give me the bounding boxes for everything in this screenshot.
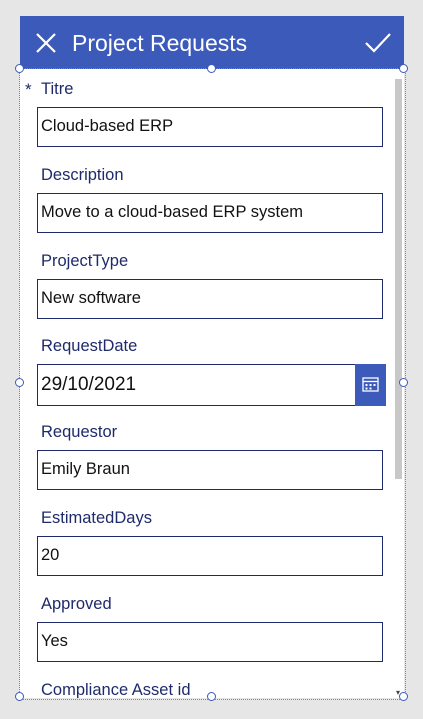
- field-label-description: Description: [41, 166, 124, 184]
- resize-handle[interactable]: [15, 692, 24, 701]
- close-icon: [36, 33, 56, 53]
- description-input[interactable]: Move to a cloud-based ERP system: [37, 193, 383, 233]
- field-label-estimateddays: EstimatedDays: [41, 509, 152, 527]
- estimateddays-input[interactable]: 20: [37, 536, 383, 576]
- resize-handle[interactable]: [399, 64, 408, 73]
- field-label-requestdate: RequestDate: [41, 337, 138, 355]
- requestor-input[interactable]: Emily Braun: [37, 450, 383, 490]
- checkmark-icon: [365, 33, 391, 53]
- field-label-compliance-asset-id: Compliance Asset id: [41, 681, 191, 698]
- resize-handle[interactable]: [207, 64, 216, 73]
- project-request-form: * Titre Cloud-based ERP Description Move…: [20, 69, 404, 698]
- field-label-projecttype: ProjectType: [41, 252, 129, 270]
- resize-handle[interactable]: [399, 378, 408, 387]
- field-label-approved: Approved: [41, 595, 112, 613]
- edit-form-screen: Project Requests * Titre Cloud-based ERP…: [20, 16, 404, 698]
- projecttype-input[interactable]: New software: [37, 279, 383, 319]
- calendar-button[interactable]: [355, 364, 386, 406]
- field-label-titre: Titre: [41, 80, 74, 98]
- header-bar: Project Requests: [20, 16, 404, 69]
- resize-handle[interactable]: [15, 378, 24, 387]
- required-marker: *: [25, 80, 32, 99]
- requestdate-picker[interactable]: 29/10/2021: [37, 364, 386, 406]
- approved-input[interactable]: Yes: [37, 622, 383, 662]
- submit-button[interactable]: [364, 30, 392, 56]
- calendar-icon: [362, 377, 379, 392]
- page-title: Project Requests: [72, 30, 248, 56]
- resize-handle[interactable]: [15, 64, 24, 73]
- resize-handle[interactable]: [399, 692, 408, 701]
- requestdate-value: 29/10/2021: [41, 374, 137, 395]
- field-label-requestor: Requestor: [41, 423, 118, 441]
- close-button[interactable]: [34, 31, 58, 55]
- form-scrollbar[interactable]: [395, 79, 402, 479]
- resize-handle[interactable]: [207, 692, 216, 701]
- titre-input[interactable]: Cloud-based ERP: [37, 107, 383, 147]
